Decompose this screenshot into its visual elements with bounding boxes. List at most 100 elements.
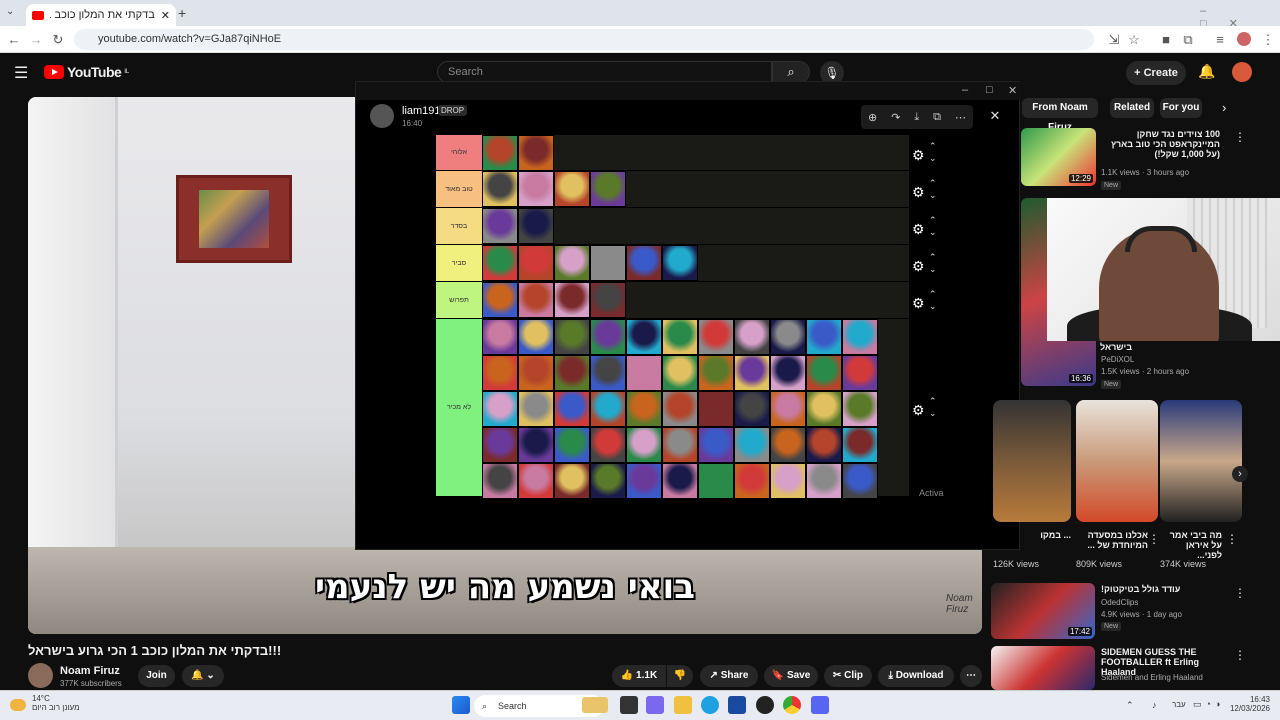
tier-settings-gear-icon[interactable]: ⚙ bbox=[912, 147, 925, 164]
rec-title[interactable]: 100 צוידים נגד שחקן המיינקראפט הכי טוב ב… bbox=[1100, 129, 1220, 159]
tier-settings-gear-icon[interactable]: ⚙ bbox=[912, 402, 925, 419]
chip-for-you[interactable]: For you bbox=[1160, 98, 1202, 118]
edge-icon[interactable] bbox=[701, 696, 719, 714]
close-viewer-icon[interactable]: ✕ bbox=[986, 108, 1004, 126]
tier-move-down-icon[interactable]: ⌄ bbox=[929, 153, 937, 164]
tier-move-up-icon[interactable]: ⌃ bbox=[929, 215, 937, 226]
shorts-next-icon[interactable]: › bbox=[1232, 466, 1248, 482]
chip-from-channel[interactable]: From Noam Firuz bbox=[1022, 98, 1098, 133]
rec-thumbnail[interactable]: 17:42 bbox=[991, 583, 1095, 639]
like-button[interactable]: 👍 1.1K bbox=[612, 665, 666, 687]
tier-settings-gear-icon[interactable]: ⚙ bbox=[912, 221, 925, 238]
reload-icon[interactable]: ↻ bbox=[48, 26, 68, 53]
short-thumbnail[interactable] bbox=[1076, 400, 1158, 522]
short-thumbnail[interactable] bbox=[993, 400, 1071, 522]
tier-move-up-icon[interactable]: ⌃ bbox=[929, 178, 937, 189]
rec-channel[interactable]: OdedClips bbox=[1101, 598, 1138, 607]
extension-icon[interactable]: ■ bbox=[1156, 26, 1176, 53]
task-view-icon[interactable] bbox=[620, 696, 638, 714]
rec-title[interactable]: בישראל bbox=[1100, 342, 1132, 352]
clip-button[interactable]: ✂ Clip bbox=[824, 665, 872, 687]
new-tab-button[interactable]: + bbox=[178, 5, 186, 21]
more-actions-button[interactable]: ⋯ bbox=[960, 665, 982, 687]
profile-avatar[interactable] bbox=[1237, 32, 1251, 46]
tier-move-up-icon[interactable]: ⌃ bbox=[929, 396, 937, 407]
search-button[interactable]: ⌕ bbox=[772, 61, 810, 83]
windows-start-icon[interactable] bbox=[452, 696, 470, 714]
forward-share-icon[interactable]: ↷ bbox=[891, 111, 900, 124]
forward-icon[interactable]: → bbox=[26, 26, 46, 53]
tier-move-down-icon[interactable]: ⌄ bbox=[929, 227, 937, 238]
short-more-icon[interactable]: ⋮ bbox=[1226, 532, 1238, 546]
rec-thumbnail[interactable]: 12:29 bbox=[1021, 128, 1096, 186]
weather-icon[interactable] bbox=[10, 699, 26, 711]
rec-channel[interactable]: PeDiXOL bbox=[1101, 355, 1134, 364]
weather-widget[interactable]: 14°C מעונן רוב היום bbox=[32, 694, 80, 712]
bookmark-star-icon[interactable]: ☆ bbox=[1124, 26, 1144, 53]
dc-minimize-icon[interactable]: – bbox=[962, 84, 968, 96]
tier-move-down-icon[interactable]: ⌄ bbox=[929, 301, 937, 312]
chrome-icon[interactable] bbox=[783, 696, 801, 714]
tier-move-down-icon[interactable]: ⌄ bbox=[929, 408, 937, 419]
install-icon[interactable]: ⇲ bbox=[1104, 26, 1124, 53]
tier-move-down-icon[interactable]: ⌄ bbox=[929, 264, 937, 275]
rec-more-icon[interactable]: ⋮ bbox=[1234, 648, 1246, 662]
zoom-icon[interactable]: ⊕ bbox=[868, 111, 877, 124]
menu-kebab-icon[interactable]: ⋮ bbox=[1258, 26, 1278, 53]
dc-close-window-icon[interactable]: ✕ bbox=[1008, 84, 1017, 97]
short-more-icon[interactable]: ⋮ bbox=[1148, 532, 1160, 546]
youtube-logo[interactable]: YouTube IL bbox=[44, 64, 129, 80]
teams-icon[interactable] bbox=[646, 696, 664, 714]
channel-name[interactable]: Noam Firuz bbox=[60, 665, 120, 677]
short-thumbnail[interactable] bbox=[1160, 400, 1242, 522]
search-input[interactable]: Search bbox=[437, 61, 772, 83]
minimize-icon[interactable]: – bbox=[1200, 5, 1228, 17]
channel-avatar[interactable] bbox=[28, 663, 53, 688]
account-avatar[interactable] bbox=[1232, 62, 1252, 82]
create-button[interactable]: + Create bbox=[1126, 61, 1186, 85]
tier-settings-gear-icon[interactable]: ⚙ bbox=[912, 258, 925, 275]
download-icon[interactable]: ⤓ bbox=[914, 111, 919, 124]
store-icon[interactable] bbox=[728, 696, 746, 714]
taskbar-clock[interactable]: 16:43 12/03/2026 bbox=[1226, 695, 1270, 713]
notifications-bell-icon[interactable]: 🔔 bbox=[1198, 63, 1215, 80]
tier-settings-gear-icon[interactable]: ⚙ bbox=[912, 295, 925, 312]
rec-more-icon[interactable]: ⋮ bbox=[1234, 130, 1246, 144]
language-indicator[interactable]: עבר bbox=[1172, 700, 1186, 709]
tier-move-down-icon[interactable]: ⌄ bbox=[929, 190, 937, 201]
tier-settings-gear-icon[interactable]: ⚙ bbox=[912, 184, 925, 201]
browser-tab[interactable]: בדקתי את המלון כוכב 1 הכי... ✕ bbox=[26, 4, 176, 26]
discord-icon[interactable] bbox=[811, 696, 829, 714]
dc-maximize-icon[interactable]: □ bbox=[986, 84, 993, 96]
rec-title[interactable]: עודד גולל בטיקטוק! bbox=[1101, 584, 1180, 594]
discord-username[interactable]: liam191 bbox=[402, 105, 441, 117]
more-options-icon[interactable]: ⋯ bbox=[955, 111, 966, 124]
url-field[interactable]: youtube.com/watch?v=GJa87qiNHoE bbox=[74, 29, 1094, 50]
tier-move-up-icon[interactable]: ⌃ bbox=[929, 252, 937, 263]
rec-more-icon[interactable]: ⋮ bbox=[1234, 586, 1246, 600]
short-title[interactable]: מה ביבי אמר על איראן לפני... bbox=[1160, 530, 1222, 560]
short-title[interactable]: אכלנו במסעדה המיוחדת של ... bbox=[1076, 530, 1148, 550]
save-button[interactable]: 🔖 Save bbox=[764, 665, 818, 687]
tab-close-icon[interactable]: ✕ bbox=[161, 9, 170, 22]
join-button[interactable]: Join bbox=[138, 665, 175, 687]
rec-channel[interactable]: Sidemen and Erling Haaland bbox=[1101, 673, 1203, 682]
obs-icon[interactable] bbox=[756, 696, 774, 714]
puzzle-icon[interactable]: ⧉ bbox=[1178, 26, 1198, 53]
rec-thumbnail[interactable] bbox=[991, 646, 1095, 690]
back-icon[interactable]: ← bbox=[4, 26, 24, 53]
search-highlight-icon[interactable] bbox=[582, 697, 608, 713]
download-button[interactable]: ⤓ Download bbox=[878, 665, 954, 687]
chip-related[interactable]: Related bbox=[1110, 98, 1154, 118]
dislike-button[interactable]: 👎 bbox=[667, 665, 693, 687]
tier-move-up-icon[interactable]: ⌃ bbox=[929, 141, 937, 152]
network-volume-icons[interactable]: ▭◔◑ bbox=[1193, 699, 1224, 710]
discord-user-avatar[interactable] bbox=[370, 104, 394, 128]
system-tray-icons[interactable]: ⌃ ♪ bbox=[1126, 700, 1165, 711]
hamburger-menu-icon[interactable]: ☰ bbox=[14, 63, 28, 83]
open-external-icon[interactable]: ⧉ bbox=[933, 111, 941, 124]
chips-next-icon[interactable]: › bbox=[1222, 100, 1226, 115]
share-button[interactable]: ↗ Share bbox=[700, 665, 758, 687]
subscription-bell-button[interactable]: 🔔 ⌄ bbox=[182, 665, 224, 687]
file-explorer-icon[interactable] bbox=[674, 696, 692, 714]
